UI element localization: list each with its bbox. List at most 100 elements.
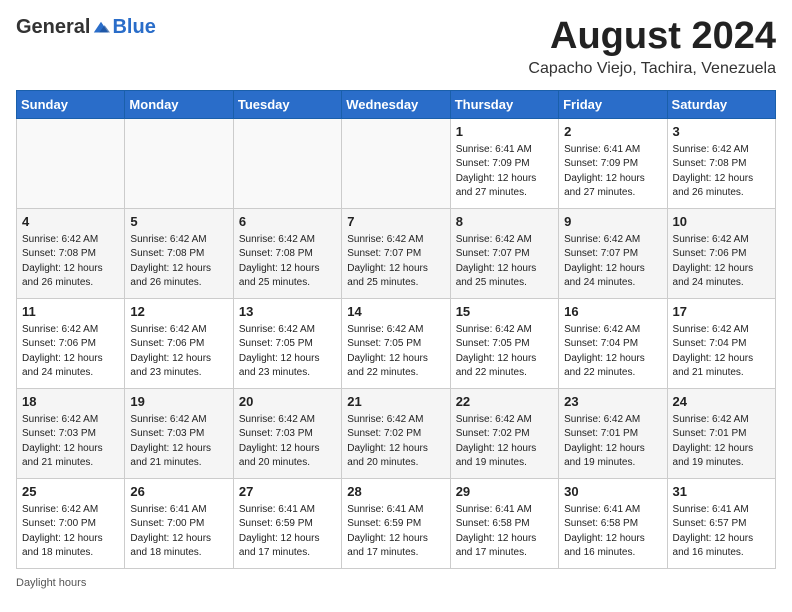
calendar-cell: 30 Sunrise: 6:41 AM Sunset: 6:58 PM Dayli… [559, 478, 667, 568]
title-area: August 2024 Capacho Viejo, Tachira, Vene… [528, 16, 776, 78]
day-number: 9 [564, 213, 661, 231]
day-number: 15 [456, 303, 553, 321]
calendar-cell [342, 118, 450, 208]
day-info: Sunrise: 6:42 AM Sunset: 7:07 PM Dayligh… [347, 233, 444, 291]
logo-area: General Blue [16, 16, 156, 39]
day-number: 13 [239, 303, 336, 321]
calendar-week-row: 4 Sunrise: 6:42 AM Sunset: 7:08 PM Daylig… [17, 208, 776, 298]
day-info: Sunrise: 6:42 AM Sunset: 7:05 PM Dayligh… [456, 323, 553, 381]
calendar-week-row: 1 Sunrise: 6:41 AM Sunset: 7:09 PM Daylig… [17, 118, 776, 208]
calendar-week-row: 18 Sunrise: 6:42 AM Sunset: 7:03 PM Dayli… [17, 388, 776, 478]
day-number: 7 [347, 213, 444, 231]
day-number: 2 [564, 123, 661, 141]
day-info: Sunrise: 6:42 AM Sunset: 7:01 PM Dayligh… [673, 413, 770, 471]
day-info: Sunrise: 6:42 AM Sunset: 7:08 PM Dayligh… [673, 143, 770, 201]
day-info: Sunrise: 6:41 AM Sunset: 7:00 PM Dayligh… [130, 503, 227, 561]
calendar-header-thursday: Thursday [450, 90, 558, 118]
calendar-cell: 16 Sunrise: 6:42 AM Sunset: 7:04 PM Dayli… [559, 298, 667, 388]
day-number: 6 [239, 213, 336, 231]
calendar-cell: 29 Sunrise: 6:41 AM Sunset: 6:58 PM Dayli… [450, 478, 558, 568]
page-container: General Blue August 2024 Capacho Viejo, … [16, 16, 776, 589]
day-info: Sunrise: 6:42 AM Sunset: 7:01 PM Dayligh… [564, 413, 661, 471]
day-info: Sunrise: 6:42 AM Sunset: 7:06 PM Dayligh… [130, 323, 227, 381]
day-number: 18 [22, 393, 119, 411]
day-info: Sunrise: 6:42 AM Sunset: 7:03 PM Dayligh… [130, 413, 227, 471]
calendar-cell: 24 Sunrise: 6:42 AM Sunset: 7:01 PM Dayli… [667, 388, 775, 478]
calendar-cell: 19 Sunrise: 6:42 AM Sunset: 7:03 PM Dayli… [125, 388, 233, 478]
day-number: 10 [673, 213, 770, 231]
calendar-header-wednesday: Wednesday [342, 90, 450, 118]
calendar-cell: 7 Sunrise: 6:42 AM Sunset: 7:07 PM Daylig… [342, 208, 450, 298]
day-number: 23 [564, 393, 661, 411]
day-number: 4 [22, 213, 119, 231]
calendar-cell: 23 Sunrise: 6:42 AM Sunset: 7:01 PM Dayli… [559, 388, 667, 478]
day-info: Sunrise: 6:42 AM Sunset: 7:04 PM Dayligh… [673, 323, 770, 381]
day-info: Sunrise: 6:42 AM Sunset: 7:03 PM Dayligh… [239, 413, 336, 471]
day-number: 3 [673, 123, 770, 141]
calendar-cell: 31 Sunrise: 6:41 AM Sunset: 6:57 PM Dayli… [667, 478, 775, 568]
day-info: Sunrise: 6:42 AM Sunset: 7:05 PM Dayligh… [239, 323, 336, 381]
day-number: 12 [130, 303, 227, 321]
day-number: 16 [564, 303, 661, 321]
logo: General Blue [16, 16, 156, 39]
day-number: 20 [239, 393, 336, 411]
day-info: Sunrise: 6:42 AM Sunset: 7:07 PM Dayligh… [456, 233, 553, 291]
day-info: Sunrise: 6:42 AM Sunset: 7:04 PM Dayligh… [564, 323, 661, 381]
logo-general-text: General [16, 16, 90, 39]
day-info: Sunrise: 6:41 AM Sunset: 6:57 PM Dayligh… [673, 503, 770, 561]
day-info: Sunrise: 6:41 AM Sunset: 6:59 PM Dayligh… [239, 503, 336, 561]
day-info: Sunrise: 6:42 AM Sunset: 7:00 PM Dayligh… [22, 503, 119, 561]
calendar-cell: 3 Sunrise: 6:42 AM Sunset: 7:08 PM Daylig… [667, 118, 775, 208]
calendar-cell: 22Sunrise: 6:42 AM Sunset: 7:02 PM Dayli… [450, 388, 558, 478]
calendar-header-monday: Monday [125, 90, 233, 118]
calendar-cell: 13 Sunrise: 6:42 AM Sunset: 7:05 PM Dayli… [233, 298, 341, 388]
day-info: Sunrise: 6:42 AM Sunset: 7:05 PM Dayligh… [347, 323, 444, 381]
header: General Blue August 2024 Capacho Viejo, … [16, 16, 776, 78]
day-number: 29 [456, 483, 553, 501]
day-info: Sunrise: 6:41 AM Sunset: 7:09 PM Dayligh… [456, 143, 553, 201]
calendar-cell: 17Sunrise: 6:42 AM Sunset: 7:04 PM Dayli… [667, 298, 775, 388]
calendar-header-friday: Friday [559, 90, 667, 118]
calendar-header-saturday: Saturday [667, 90, 775, 118]
calendar-header-row: SundayMondayTuesdayWednesdayThursdayFrid… [17, 90, 776, 118]
calendar-cell: 5Sunrise: 6:42 AM Sunset: 7:08 PM Daylig… [125, 208, 233, 298]
day-info: Sunrise: 6:41 AM Sunset: 6:58 PM Dayligh… [456, 503, 553, 561]
logo-icon [92, 19, 110, 37]
day-info: Sunrise: 6:42 AM Sunset: 7:08 PM Dayligh… [239, 233, 336, 291]
day-number: 19 [130, 393, 227, 411]
location-title: Capacho Viejo, Tachira, Venezuela [528, 60, 776, 78]
day-number: 26 [130, 483, 227, 501]
calendar-cell: 11 Sunrise: 6:42 AM Sunset: 7:06 PM Dayli… [17, 298, 125, 388]
day-number: 5 [130, 213, 227, 231]
calendar-cell: 4Sunrise: 6:42 AM Sunset: 7:08 PM Daylig… [17, 208, 125, 298]
day-number: 31 [673, 483, 770, 501]
calendar-cell: 27Sunrise: 6:41 AM Sunset: 6:59 PM Dayli… [233, 478, 341, 568]
calendar-cell: 1 Sunrise: 6:41 AM Sunset: 7:09 PM Daylig… [450, 118, 558, 208]
calendar-cell [17, 118, 125, 208]
calendar-cell: 12 Sunrise: 6:42 AM Sunset: 7:06 PM Dayli… [125, 298, 233, 388]
calendar-cell: 28Sunrise: 6:41 AM Sunset: 6:59 PM Dayli… [342, 478, 450, 568]
calendar-cell: 20 Sunrise: 6:42 AM Sunset: 7:03 PM Dayli… [233, 388, 341, 478]
day-number: 14 [347, 303, 444, 321]
day-info: Sunrise: 6:42 AM Sunset: 7:02 PM Dayligh… [347, 413, 444, 471]
calendar-cell: 8 Sunrise: 6:42 AM Sunset: 7:07 PM Daylig… [450, 208, 558, 298]
day-info: Sunrise: 6:42 AM Sunset: 7:07 PM Dayligh… [564, 233, 661, 291]
month-title: August 2024 [528, 16, 776, 58]
day-info: Sunrise: 6:42 AM Sunset: 7:06 PM Dayligh… [22, 323, 119, 381]
day-number: 24 [673, 393, 770, 411]
day-number: 1 [456, 123, 553, 141]
logo-blue-text: Blue [112, 16, 155, 39]
day-number: 30 [564, 483, 661, 501]
day-number: 21 [347, 393, 444, 411]
calendar-cell [233, 118, 341, 208]
calendar-cell: 15 Sunrise: 6:42 AM Sunset: 7:05 PM Dayli… [450, 298, 558, 388]
day-number: 8 [456, 213, 553, 231]
calendar-cell: 18Sunrise: 6:42 AM Sunset: 7:03 PM Dayli… [17, 388, 125, 478]
day-number: 25 [22, 483, 119, 501]
day-number: 11 [22, 303, 119, 321]
calendar-cell: 10Sunrise: 6:42 AM Sunset: 7:06 PM Dayli… [667, 208, 775, 298]
calendar-cell: 9 Sunrise: 6:42 AM Sunset: 7:07 PM Daylig… [559, 208, 667, 298]
calendar-cell: 6 Sunrise: 6:42 AM Sunset: 7:08 PM Daylig… [233, 208, 341, 298]
day-info: Sunrise: 6:41 AM Sunset: 6:58 PM Dayligh… [564, 503, 661, 561]
calendar-week-row: 11 Sunrise: 6:42 AM Sunset: 7:06 PM Dayli… [17, 298, 776, 388]
